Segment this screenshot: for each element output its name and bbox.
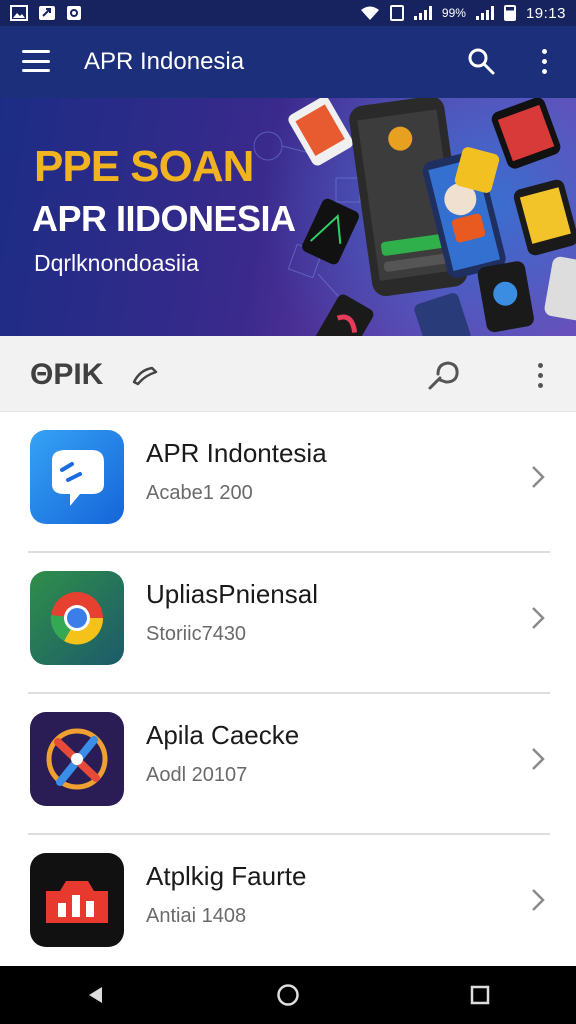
bar-chart-icon: [30, 853, 124, 947]
chevron-right-icon: [532, 748, 545, 770]
app-name: Atplkig Faurte: [146, 861, 307, 891]
chevron-right-icon: [532, 607, 545, 629]
banner-headline: PPE SOAN: [34, 142, 254, 191]
app-subtitle: Storiic7430: [146, 623, 247, 645]
section-overflow-icon[interactable]: [530, 360, 550, 390]
status-bar-left: [10, 5, 82, 21]
banner-title: APR IIDONESIA: [32, 198, 296, 239]
wifi-icon: [360, 6, 379, 20]
lock-icon: [67, 6, 81, 20]
cross-circle-icon: [30, 712, 124, 806]
section-title: ΘPIK: [30, 358, 104, 391]
image-icon: [10, 5, 28, 21]
overflow-menu-icon[interactable]: [534, 46, 554, 76]
promo-banner[interactable]: PPE SOAN APR IIDONESIA Dqrlknondoasiia: [0, 98, 576, 336]
status-bar-right: 99% 19:13: [360, 5, 566, 22]
recents-icon[interactable]: [460, 975, 500, 1015]
signal-icon-2: [475, 6, 494, 20]
app-name: UpliasPniensal: [146, 579, 318, 609]
pencil-icon[interactable]: [130, 362, 160, 388]
app-subtitle: Antiai 1408: [146, 905, 247, 927]
chat-bubble-icon: [30, 430, 124, 524]
app-list: APR Indontesia Acabe1 200 UpliasPniensal…: [0, 412, 576, 966]
list-item[interactable]: UpliasPniensal Storiic7430: [0, 553, 576, 694]
signal-icon: [413, 6, 432, 20]
app-bar: APR Indonesia: [0, 26, 576, 98]
app-name: Apila Caecke: [146, 720, 300, 750]
banner-subtitle: Dqrlknondoasiia: [34, 250, 199, 276]
search-icon[interactable]: [466, 46, 496, 76]
send-icon: [39, 6, 55, 20]
battery-icon: [503, 5, 516, 21]
app-subtitle: Aodl 20107: [146, 764, 248, 786]
app-title: APR Indonesia: [84, 48, 245, 75]
app-name: APR Indontesia: [146, 438, 327, 468]
menu-icon[interactable]: [22, 50, 50, 72]
home-icon[interactable]: [268, 975, 308, 1015]
cast-icon: [389, 5, 404, 21]
chevron-right-icon: [532, 889, 545, 911]
app-subtitle: Acabe1 200: [146, 482, 253, 504]
system-nav-bar: [0, 966, 576, 1024]
list-item[interactable]: Apila Caecke Aodl 20107: [0, 694, 576, 835]
battery-percent: 99%: [441, 6, 466, 20]
chevron-right-icon: [532, 466, 545, 488]
list-item[interactable]: APR Indontesia Acabe1 200: [0, 412, 576, 553]
clock: 19:13: [525, 4, 566, 22]
back-icon[interactable]: [76, 975, 116, 1015]
list-item[interactable]: Atplkig Faurte Antiai 1408: [0, 835, 576, 976]
link-icon[interactable]: [424, 358, 462, 392]
section-header: ΘPIK: [0, 336, 576, 412]
chrome-like-icon: [30, 571, 124, 665]
status-bar: 99% 19:13: [0, 0, 576, 26]
